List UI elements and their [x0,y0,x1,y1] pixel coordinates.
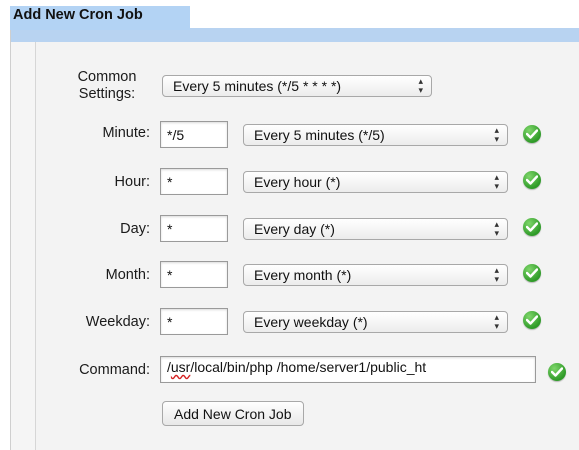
weekday-selected: Every weekday (*) [254,314,368,330]
common-settings-label: Common Settings: [62,69,152,103]
up-down-arrows-icon: ▴ ▾ [494,125,499,144]
command-value-rest: /local/bin/php /home/server1/public_ht [190,359,427,375]
hour-select[interactable]: Every hour (*) ▴ ▾ [243,171,508,193]
hour-field[interactable] [160,168,228,195]
common-settings-label-line2: Settings: [78,86,136,102]
up-down-arrows-icon: ▴ ▾ [494,265,499,284]
weekday-field[interactable] [160,308,228,335]
green-check-icon [523,264,541,282]
form-body [36,42,579,450]
command-value-misspelled: usr [170,359,191,375]
day-select[interactable]: Every day (*) ▴ ▾ [243,218,508,240]
command-field[interactable]: /usr/local/bin/php /home/server1/public_… [160,356,536,383]
green-check-icon [548,363,566,381]
minute-field[interactable] [160,121,228,148]
page-title: Add New Cron Job [13,7,143,23]
green-check-icon [523,311,541,329]
minute-selected: Every 5 minutes (*/5) [254,127,385,143]
up-down-arrows-icon: ▴ ▾ [494,312,499,331]
up-down-arrows-icon: ▴ ▾ [418,76,423,95]
month-label: Month: [105,267,150,283]
month-select[interactable]: Every month (*) ▴ ▾ [243,264,508,286]
header-band [10,28,579,42]
green-check-icon [523,171,541,189]
up-down-arrows-icon: ▴ ▾ [494,219,499,238]
green-check-icon [523,125,541,143]
month-selected: Every month (*) [254,267,352,283]
day-label: Day: [120,221,150,237]
green-check-icon [523,218,541,236]
day-selected: Every day (*) [254,221,335,237]
day-field[interactable] [160,215,228,242]
command-label: Command: [79,362,150,378]
minute-label: Minute: [102,125,150,141]
hour-selected: Every hour (*) [254,174,341,190]
common-settings-label-line1: Common [77,69,137,85]
minute-select[interactable]: Every 5 minutes (*/5) ▴ ▾ [243,124,508,146]
common-settings-selected: Every 5 minutes (*/5 * * * *) [173,78,342,94]
month-field[interactable] [160,261,228,288]
hour-label: Hour: [114,174,150,190]
common-settings-select[interactable]: Every 5 minutes (*/5 * * * *) ▴ ▾ [162,75,432,97]
add-cron-job-button[interactable]: Add New Cron Job [162,401,304,426]
weekday-label: Weekday: [85,314,150,330]
up-down-arrows-icon: ▴ ▾ [494,172,499,191]
weekday-select[interactable]: Every weekday (*) ▴ ▾ [243,311,508,333]
